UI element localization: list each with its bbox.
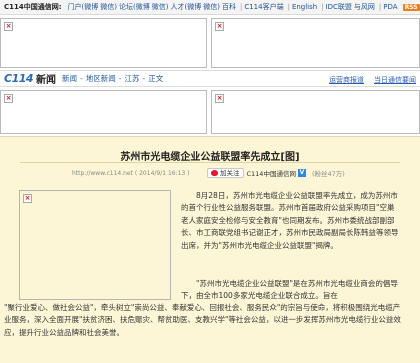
- nav-link-wiki[interactable]: 百科: [222, 2, 236, 12]
- rss-icon[interactable]: RSS: [402, 3, 420, 11]
- broken-image-icon: ×: [4, 22, 13, 31]
- breadcrumb-current: 正文: [148, 74, 164, 83]
- daily-news-link[interactable]: 当日通信要闻: [374, 75, 416, 85]
- follow-button[interactable]: 加关注: [207, 168, 244, 178]
- breadcrumb: 新闻 - 地区新闻 - 江苏 - 正文: [62, 73, 164, 84]
- article-paragraph-1: 8月28日，苏州市光电缆企业公益联盟率先成立，成为苏州市的首个行业性公益服务联盟…: [181, 191, 399, 250]
- top-nav-bar: C114中国通信网: 门户(微博 微信) 论坛(微博 微信) 人才(微博 微信)…: [0, 0, 420, 15]
- nav-link-jobs[interactable]: 人才(微博: [171, 2, 202, 12]
- nav-separator: |: [321, 3, 324, 11]
- account-name[interactable]: C114中国通信网: [247, 168, 296, 178]
- nav-link-client[interactable]: C114客户端: [244, 2, 283, 12]
- news-channel-label[interactable]: 新闻: [36, 71, 56, 86]
- fans-count: (粉丝47万): [311, 170, 345, 178]
- breadcrumb-news[interactable]: 新闻: [62, 73, 77, 84]
- nav-separator: |: [378, 3, 382, 11]
- nav-link-yufeng[interactable]: 与风网: [354, 2, 375, 12]
- nav-separator: |: [287, 3, 290, 11]
- follow-label: 加关注: [220, 168, 240, 177]
- verified-badge-icon: V: [297, 169, 306, 177]
- operator-reports-link[interactable]: 运营商报道: [329, 75, 364, 85]
- section-links: 运营商报道 当日通信要闻: [319, 75, 416, 85]
- nav-link-forum[interactable]: 论坛(微博: [119, 2, 150, 12]
- article-paragraph-3: "聚行业爱心、做社会公益"，牵头树立"崇尚公益、奉献爱心、回报社会、服务民众"的…: [4, 303, 401, 337]
- nav-separator: |: [239, 3, 243, 11]
- title-divider: [20, 162, 400, 163]
- weibo-follow-bar: 加关注 C114中国通信网 V (粉丝47万): [207, 168, 345, 178]
- ad-banner-top-left[interactable]: ×: [0, 18, 207, 68]
- nav-link-jobs-wechat[interactable]: 微信): [203, 2, 220, 12]
- nav-link-wechat[interactable]: 微信): [100, 2, 117, 12]
- ad-banner-mid-left[interactable]: ×: [0, 90, 207, 134]
- broken-image-icon: ×: [23, 194, 32, 203]
- breadcrumb-regional[interactable]: 地区新闻: [86, 73, 116, 84]
- c114-logo[interactable]: C114: [4, 72, 34, 85]
- article-title: 苏州市光电缆企业公益联盟率先成立[图]: [120, 152, 300, 163]
- broken-image-icon: ×: [215, 94, 224, 103]
- nav-link-pda[interactable]: PDA: [383, 3, 397, 11]
- broken-image-icon: ×: [4, 94, 13, 103]
- nav-link-portal[interactable]: 门户(微博: [68, 2, 99, 12]
- ad-banner-top-right[interactable]: ×: [211, 18, 420, 68]
- broken-image-icon: ×: [215, 22, 224, 31]
- site-name[interactable]: C114中国通信网:: [4, 2, 62, 12]
- section-bar: C114 新闻 新闻 - 地区新闻 - 江苏 - 正文 运营商报道 当日通信要闻: [0, 70, 420, 87]
- article-paragraph-2: "苏州市光电缆企业公益联盟"是在苏州市光电缆业商会的倡导下，由全市100多家光电…: [181, 279, 398, 301]
- breadcrumb-jiangsu[interactable]: 江苏: [124, 73, 139, 84]
- nav-link-english[interactable]: English: [292, 3, 317, 11]
- article-image: ×: [19, 190, 171, 300]
- ad-banner-mid-right[interactable]: ×: [211, 90, 420, 134]
- article-meta: http://www.c114.net ( 2014/9/1 16:13 ): [72, 170, 190, 177]
- nav-link-idc[interactable]: IDC联盟: [326, 2, 352, 12]
- nav-link-forum-wechat[interactable]: 微信): [152, 2, 169, 12]
- top-nav-links: 门户(微博 微信) 论坛(微博 微信) 人才(微博 微信) 百科 | C114客…: [68, 2, 420, 12]
- weibo-icon: [211, 170, 218, 176]
